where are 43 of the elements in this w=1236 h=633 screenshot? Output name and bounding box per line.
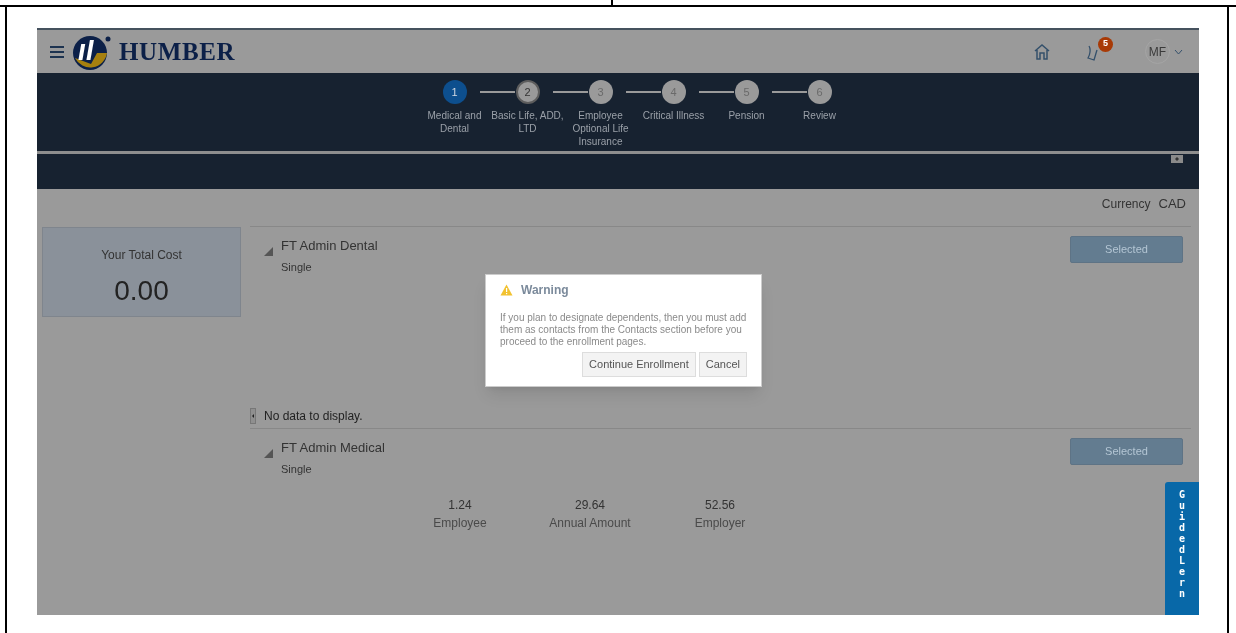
chevron-down-icon[interactable]: [1174, 48, 1183, 55]
plan-option: Single: [281, 258, 378, 275]
dialog-message: If you plan to designate dependents, then you must add them as contacts from the Contacts section before you proceed to the enrollment pages.: [500, 312, 747, 348]
brand-name: HUMBER: [119, 36, 236, 67]
amount-value: 52.56: [705, 497, 735, 514]
home-icon[interactable]: [1033, 42, 1051, 61]
amount-value: 29.64: [575, 497, 605, 514]
step-label: Review: [802, 109, 837, 122]
selected-button[interactable]: Selected: [1070, 236, 1183, 263]
selected-button[interactable]: Selected: [1070, 438, 1183, 465]
amount-label: Employer: [694, 515, 746, 532]
cancel-button[interactable]: Continue Enrollment: [582, 352, 696, 377]
warning-icon: [500, 284, 513, 296]
currency-value: CAD: [1158, 195, 1186, 213]
plan-name: FT Admin Dental: [281, 237, 378, 255]
total-cost-value: 0.00: [114, 274, 169, 308]
collapse-handle-icon[interactable]: [250, 408, 256, 424]
step-label: Basic Life, ADD, LTD: [490, 109, 565, 135]
menu-icon[interactable]: [49, 45, 65, 58]
cancel-button[interactable]: Cancel: [698, 352, 747, 377]
step-button[interactable]: 2: [515, 80, 540, 104]
notification-badge: 5: [1098, 36, 1113, 52]
currency-label: Currency: [1101, 196, 1151, 213]
collapse-icon[interactable]: [264, 247, 273, 256]
step-label: Pension: [727, 109, 766, 122]
guided-learning-label: Guided Lern: [1178, 489, 1186, 601]
guided-learning-tab[interactable]: Guided Lern: [1165, 482, 1199, 615]
total-cost-label: Your Total Cost: [101, 247, 182, 264]
step-label: Employee Optional Life Insurance: [571, 109, 630, 148]
amount-label: Employee: [433, 515, 487, 532]
amount-label: Annual Amount: [549, 515, 631, 532]
plan-name: FT Admin Medical: [281, 439, 385, 457]
dialog-title: Warning: [521, 282, 569, 299]
step-label: Critical Illness: [641, 109, 706, 122]
plan-option: Single: [281, 460, 385, 477]
notification-icon[interactable]: [1087, 44, 1098, 62]
amount-value: 1.24: [448, 497, 472, 514]
empty-message: No data to display.: [264, 408, 363, 425]
logo-icon: [73, 33, 111, 70]
collapse-icon[interactable]: [264, 449, 273, 458]
step-label: Medical and Dental: [426, 109, 483, 135]
expand-icon[interactable]: [1171, 155, 1183, 163]
step-button[interactable]: 1: [442, 80, 467, 104]
